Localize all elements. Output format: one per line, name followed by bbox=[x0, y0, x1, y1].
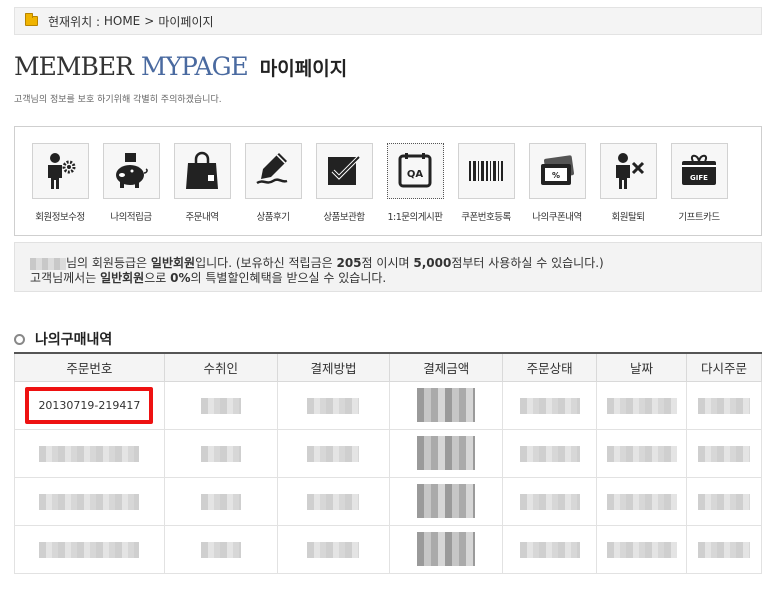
grade-name: 일반회원 bbox=[150, 256, 196, 270]
blurred-cell bbox=[200, 542, 241, 558]
pen-icon[interactable] bbox=[244, 143, 302, 199]
blurred-cell bbox=[200, 446, 241, 462]
table-header-row: 주문번호 수취인 결제방법 결제금액 주문상태 날짜 다시주문 bbox=[14, 352, 762, 382]
menu-item-product-review[interactable]: 상품후기 bbox=[238, 143, 308, 223]
blurred-cell bbox=[39, 494, 140, 510]
gift-card-icon[interactable]: GIFE bbox=[670, 143, 728, 199]
blurred-cell bbox=[417, 532, 476, 566]
col-reorder: 다시주문 bbox=[686, 352, 762, 382]
table-row bbox=[14, 476, 762, 526]
member-remove-icon[interactable] bbox=[599, 143, 657, 199]
blurred-cell bbox=[519, 398, 580, 414]
blurred-cell bbox=[698, 494, 751, 510]
blurred-cell bbox=[606, 398, 677, 414]
blurred-cell bbox=[200, 398, 241, 414]
col-payment-method: 결제방법 bbox=[276, 352, 391, 382]
blurred-cell bbox=[39, 542, 140, 558]
blurred-cell bbox=[39, 446, 140, 462]
box-check-icon[interactable] bbox=[315, 143, 373, 199]
breadcrumb-current: 마이페이지 bbox=[158, 14, 214, 29]
discount-value: 0% bbox=[170, 271, 191, 285]
member-info-icon[interactable] bbox=[31, 143, 89, 199]
grade-line-2: 고객님께서는 일반회원으로 0%의 특별할인혜택을 받으실 수 있습니다. bbox=[30, 271, 387, 285]
blurred-cell bbox=[698, 542, 751, 558]
coupon-icon[interactable]: % bbox=[528, 143, 586, 199]
blurred-cell bbox=[200, 494, 241, 510]
col-payment-amount: 결제금액 bbox=[389, 352, 504, 382]
menu-item-order-history[interactable]: 주문내역 bbox=[167, 143, 237, 223]
member-grade-box: 님의 회원등급은 일반회원입니다. (보유하신 적립금은 205점 이시며 5,… bbox=[14, 242, 762, 292]
col-date: 날짜 bbox=[596, 352, 688, 382]
col-recipient: 수취인 bbox=[163, 352, 278, 382]
col-order-no: 주문번호 bbox=[14, 352, 165, 382]
blurred-cell bbox=[519, 446, 580, 462]
title-en-mypage: MYPAGE bbox=[140, 52, 249, 81]
piggy-bank-icon[interactable] bbox=[102, 143, 160, 199]
menu-item-member-info[interactable]: 회원정보수정 bbox=[25, 143, 95, 223]
svg-text:GIFE: GIFE bbox=[690, 174, 708, 182]
svg-text:QA: QA bbox=[407, 169, 424, 180]
page-title: MEMBER MYPAGE 마이페이지 bbox=[14, 52, 347, 81]
blurred-cell bbox=[307, 446, 360, 462]
col-order-status: 주문상태 bbox=[502, 352, 598, 382]
breadcrumb: 현재위치 : HOME > 마이페이지 bbox=[14, 7, 762, 35]
blurred-cell bbox=[606, 494, 677, 510]
menu-item-qa-board[interactable]: QA 1:1문의게시판 bbox=[380, 143, 450, 223]
blurred-cell bbox=[606, 542, 677, 558]
blurred-cell bbox=[519, 542, 580, 558]
order-section-title: 나의구매내역 bbox=[14, 329, 112, 349]
barcode-icon[interactable] bbox=[457, 143, 515, 199]
menu-item-coupon-register[interactable]: 쿠폰번호등록 bbox=[451, 143, 521, 223]
blurred-cell bbox=[307, 494, 360, 510]
order-number-link[interactable]: 20130719-219417 bbox=[25, 386, 154, 424]
blurred-cell bbox=[417, 436, 476, 470]
circle-bullet-icon bbox=[14, 333, 25, 345]
menu-item-withdraw[interactable]: 회원탈퇴 bbox=[593, 143, 663, 223]
blurred-cell bbox=[307, 542, 360, 558]
points-value: 205 bbox=[336, 256, 362, 270]
blurred-cell bbox=[698, 398, 751, 414]
min-points-value: 5,000 bbox=[413, 256, 452, 270]
table-row bbox=[14, 428, 762, 478]
svg-text:%: % bbox=[552, 171, 560, 180]
privacy-notice: 고객님의 정보를 보호 하기위해 각별히 주의하겠습니다. bbox=[14, 95, 222, 105]
member-name-blurred bbox=[30, 257, 66, 270]
blurred-cell bbox=[417, 484, 476, 518]
table-row: 20130719-219417 bbox=[14, 380, 762, 430]
table-row bbox=[14, 524, 762, 574]
menu-item-my-coupons[interactable]: % 나의쿠폰내역 bbox=[522, 143, 592, 223]
breadcrumb-label: 현재위치 : bbox=[48, 14, 101, 29]
blurred-cell bbox=[519, 494, 580, 510]
blurred-cell bbox=[698, 446, 751, 462]
menu-item-gift-card[interactable]: GIFE 기프트카드 bbox=[664, 143, 734, 223]
grade-name-2: 일반회원 bbox=[100, 271, 145, 285]
folder-icon bbox=[25, 13, 38, 26]
menu-item-my-points[interactable]: 나의적립금 bbox=[96, 143, 166, 223]
qa-icon[interactable]: QA bbox=[386, 143, 444, 199]
menu-item-wishlist[interactable]: 상품보관함 bbox=[309, 143, 379, 223]
title-kr: 마이페이지 bbox=[259, 58, 348, 80]
breadcrumb-home-link[interactable]: HOME bbox=[104, 14, 140, 28]
blurred-cell bbox=[606, 446, 677, 462]
blurred-cell bbox=[307, 398, 360, 414]
grade-line-1: 님의 회원등급은 일반회원입니다. (보유하신 적립금은 205점 이시며 5,… bbox=[30, 256, 761, 271]
blurred-cell bbox=[417, 388, 476, 422]
order-table: 주문번호 수취인 결제방법 결제금액 주문상태 날짜 다시주문 20130719… bbox=[14, 352, 762, 574]
mypage-menu: 회원정보수정 나의적립금 주문내역 상품후기 상품보관함 QA 1:1문의게시판 bbox=[14, 126, 762, 236]
title-en-member: MEMBER bbox=[14, 52, 134, 81]
breadcrumb-separator: > bbox=[144, 14, 155, 28]
shopping-bag-icon[interactable] bbox=[173, 143, 231, 199]
